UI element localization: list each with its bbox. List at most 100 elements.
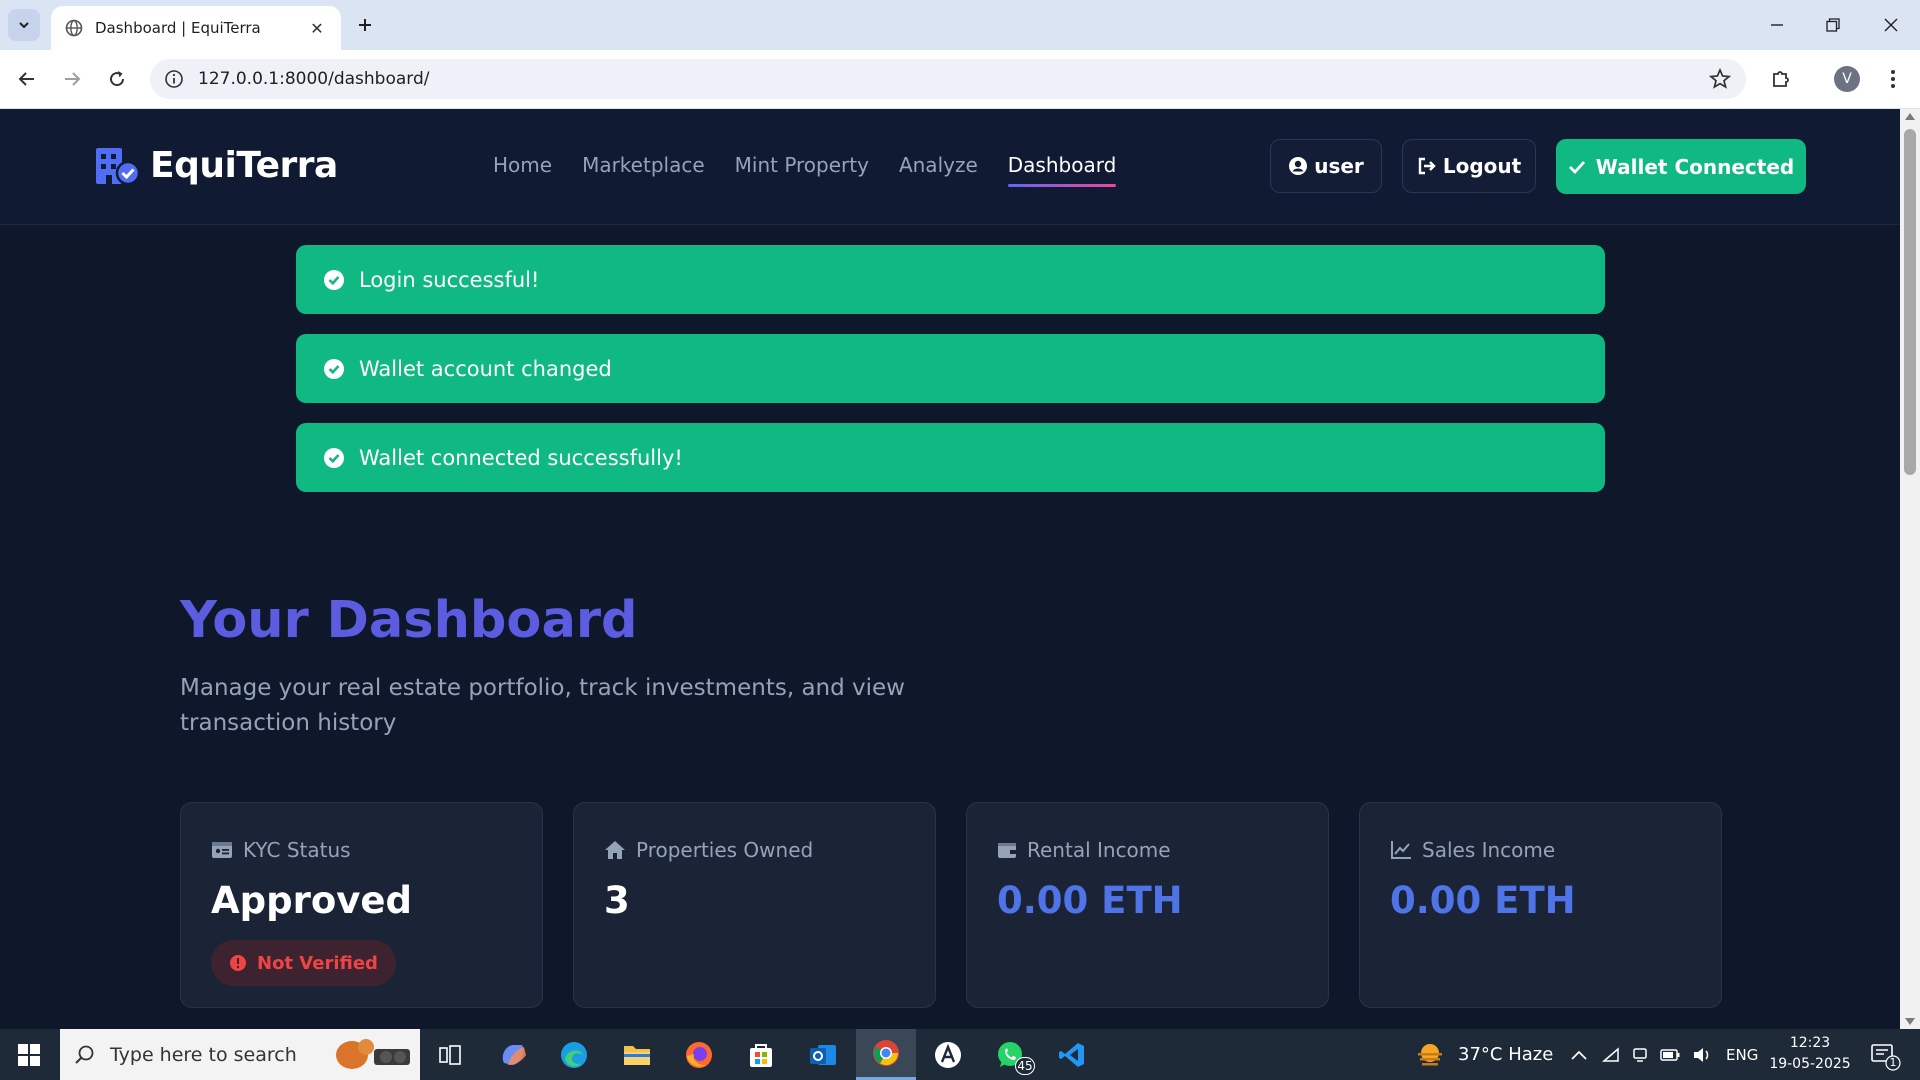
user-button[interactable]: user: [1270, 139, 1382, 193]
home-icon: [605, 841, 625, 859]
browser-tab-active[interactable]: Dashboard | EquiTerra ✕: [51, 6, 341, 50]
kebab-menu-icon: [1891, 70, 1895, 88]
page-scrollbar[interactable]: [1900, 109, 1920, 1029]
arrow-right-icon: [65, 72, 81, 86]
sales-income-value: 0.00 ETH: [1390, 879, 1576, 922]
start-button[interactable]: [0, 1029, 58, 1080]
url-text[interactable]: 127.0.0.1:8000/dashboard/: [198, 69, 429, 89]
avatar: V: [1834, 66, 1860, 92]
bookmark-star-icon[interactable]: [1708, 67, 1732, 91]
haze-sun-icon: [1418, 1043, 1442, 1065]
store-icon: [750, 1043, 772, 1067]
brand-logo[interactable]: EquiTerra: [94, 145, 338, 186]
nav-home[interactable]: Home: [493, 153, 552, 177]
user-circle-icon: [1289, 157, 1308, 175]
site-header: EquiTerra Home Marketplace Mint Property…: [0, 109, 1900, 225]
user-label: user: [1314, 154, 1364, 178]
browser-toolbar: 127.0.0.1:8000/dashboard/ V: [0, 50, 1920, 109]
profile-button[interactable]: V: [1830, 62, 1864, 96]
firefox-icon: [686, 1041, 712, 1068]
windows-taskbar: Type here to search 45 37°C Haze ENG 12:…: [0, 1029, 1920, 1080]
taskbar-search[interactable]: Type here to search: [60, 1029, 420, 1080]
taskbar-clock[interactable]: 12:23 19-05-2025: [1760, 1033, 1860, 1075]
card-label: Sales Income: [1422, 838, 1556, 862]
squirrel-illustration-icon: [336, 1039, 410, 1069]
notification-center-button[interactable]: 1: [1866, 1037, 1902, 1073]
card-label: Properties Owned: [636, 838, 814, 862]
alert-login-success: Login successful!: [296, 245, 1605, 314]
nav-mint-property[interactable]: Mint Property: [735, 153, 869, 177]
taskbar-app-a[interactable]: [918, 1029, 978, 1080]
meet-now-icon[interactable]: [1632, 1047, 1648, 1063]
network-icon[interactable]: [1602, 1046, 1620, 1063]
whatsapp-badge: 45: [1015, 1057, 1035, 1075]
taskbar-whatsapp[interactable]: 45: [981, 1029, 1041, 1080]
vscode-icon: [1059, 1042, 1084, 1067]
nav-marketplace[interactable]: Marketplace: [582, 153, 705, 177]
nav-dashboard[interactable]: Dashboard: [1007, 153, 1116, 187]
kyc-status-value: Approved: [211, 879, 412, 922]
page-title: Your Dashboard: [180, 591, 638, 650]
browser-menu-button[interactable]: [1876, 62, 1910, 96]
taskbar-store[interactable]: [731, 1029, 791, 1080]
taskbar-copilot[interactable]: [483, 1029, 543, 1080]
arrow-left-icon: [18, 72, 34, 86]
card-label: Rental Income: [1027, 838, 1171, 862]
page-viewport: EquiTerra Home Marketplace Mint Property…: [0, 109, 1900, 1029]
reload-button[interactable]: [100, 62, 134, 96]
restore-button[interactable]: [1818, 10, 1848, 40]
window-close-button[interactable]: [1876, 10, 1906, 40]
browser-tab-bar: Dashboard | EquiTerra ✕: [0, 0, 1920, 50]
extensions-button[interactable]: [1764, 62, 1798, 96]
volume-icon[interactable]: [1692, 1047, 1712, 1063]
logout-label: Logout: [1442, 154, 1522, 178]
tab-search-button[interactable]: [8, 9, 40, 41]
taskbar-chrome[interactable]: [856, 1029, 916, 1080]
taskbar-file-explorer[interactable]: [607, 1029, 667, 1080]
weather-widget[interactable]: 37°C Haze: [1414, 1029, 1553, 1080]
scroll-down-icon[interactable]: [1905, 1018, 1915, 1025]
task-view-button[interactable]: [420, 1029, 480, 1080]
weather-text: 37°C Haze: [1458, 1044, 1554, 1065]
windows-logo-icon: [18, 1043, 40, 1066]
check-icon: [1568, 160, 1585, 174]
taskbar-edge[interactable]: [544, 1029, 604, 1080]
card-properties-owned: Properties Owned 3: [573, 802, 936, 1008]
rental-income-value: 0.00 ETH: [997, 879, 1183, 922]
info-icon[interactable]: [164, 69, 184, 89]
properties-owned-value: 3: [604, 879, 630, 922]
chevron-down-icon: [19, 22, 29, 29]
wallet-label: Wallet Connected: [1595, 154, 1795, 179]
scrollbar-thumb[interactable]: [1904, 129, 1916, 475]
main-nav: Home Marketplace Mint Property Analyze D…: [493, 153, 1146, 187]
minimize-button[interactable]: [1762, 10, 1792, 40]
chevron-up-icon[interactable]: [1570, 1049, 1588, 1061]
battery-icon[interactable]: [1660, 1048, 1680, 1061]
taskbar-firefox[interactable]: [669, 1029, 729, 1080]
status-badge: Not Verified: [211, 940, 396, 986]
language-indicator[interactable]: ENG: [1726, 1046, 1758, 1064]
new-tab-button[interactable]: [352, 12, 378, 38]
folder-icon: [624, 1045, 650, 1065]
chart-line-icon: [1391, 841, 1411, 859]
edge-icon: [561, 1041, 587, 1068]
taskbar-outlook[interactable]: [793, 1029, 853, 1080]
scroll-up-icon[interactable]: [1905, 113, 1915, 120]
badge-text: Not Verified: [257, 952, 378, 974]
forward-button[interactable]: [55, 62, 89, 96]
taskbar-vscode[interactable]: [1042, 1029, 1102, 1080]
wallet-connected-button[interactable]: Wallet Connected: [1556, 139, 1806, 194]
restore-icon: [1826, 18, 1840, 32]
app-a-icon: [935, 1041, 961, 1068]
page-subtitle: Manage your real estate portfolio, track…: [180, 675, 905, 736]
nav-analyze[interactable]: Analyze: [899, 153, 978, 177]
back-button[interactable]: [10, 62, 44, 96]
close-icon[interactable]: ✕: [307, 18, 327, 38]
search-placeholder: Type here to search: [110, 1043, 297, 1066]
clock-date: 19-05-2025: [1769, 1056, 1851, 1072]
card-sales-income: Sales Income 0.00 ETH: [1359, 802, 1722, 1008]
check-circle-icon: [324, 447, 344, 468]
logout-button[interactable]: Logout: [1402, 139, 1536, 193]
address-bar[interactable]: 127.0.0.1:8000/dashboard/: [150, 59, 1746, 99]
plus-icon: [359, 19, 371, 31]
